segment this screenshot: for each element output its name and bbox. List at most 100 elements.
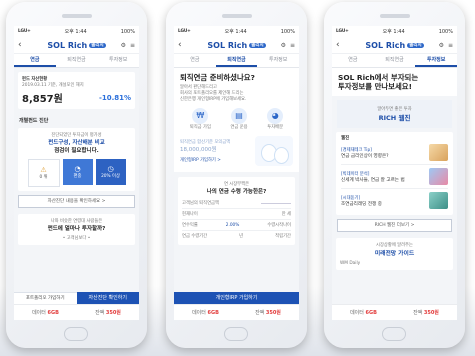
time-text: 오후 1:44 bbox=[382, 29, 405, 35]
tab-retirement[interactable]: 퇴직연금 bbox=[374, 54, 416, 67]
percent-icon: ◷ bbox=[107, 165, 114, 173]
option-rank[interactable]: ⚠ 0 위 bbox=[27, 159, 60, 187]
bottom-bar: 데이터 6GB 잔액 350원 bbox=[332, 304, 457, 320]
phone-speaker bbox=[380, 14, 410, 18]
tab-pension[interactable]: 연금 bbox=[14, 54, 56, 67]
diagnosis-card: 진단되었던 투자금이 평가성 펀드구성, 자산배분 비교 점검이 필요합니다. … bbox=[18, 128, 135, 191]
asset-rate: -10.81% bbox=[98, 93, 131, 102]
carrier-text: LGU+ bbox=[336, 29, 349, 34]
calc-field-rate[interactable]: 연수익률 2.00% 수령시작나이 bbox=[182, 220, 291, 231]
desc-3: 신한은행 개인형IRP에 가입해보세요. bbox=[180, 97, 247, 102]
time-text: 오후 1:44 bbox=[224, 29, 247, 35]
tab-pension[interactable]: 연금 bbox=[332, 54, 374, 67]
option-concentration[interactable]: ◔ 편중 bbox=[62, 159, 93, 185]
bottom-bar: 데이터 6GB 잔액 350원 bbox=[174, 304, 299, 320]
data-usage: 데이터 6GB bbox=[350, 310, 377, 316]
bottom-bar: 데이터 6GB 잔액 350원 bbox=[14, 304, 139, 320]
balance: 잔액 350원 bbox=[255, 310, 281, 316]
screen-fund: LGU+ 오후 1:44 100% ‹ SOL Rich 쏠리치 ⚙ ≡ 연금 퇴직… bbox=[14, 26, 139, 320]
calc-field-period[interactable]: 연금 수령기간 년 적립기간 bbox=[182, 231, 291, 241]
age-question-card: 나와 비슷한 연령대 사람들은 펀드에 얼마나 투자할까? • 고객님보다 • bbox=[18, 214, 135, 245]
balance: 잔액 350원 bbox=[413, 310, 439, 316]
phone-speaker bbox=[62, 14, 92, 18]
carrier-text: LGU+ bbox=[18, 29, 31, 34]
compare-link[interactable]: 자산진단 내용을 확인하세요 > bbox=[18, 195, 135, 208]
time-text: 오후 1:44 bbox=[64, 29, 87, 35]
webzine-list: 웹진 [경제재테크 Tip] 연금 금리인상이 영향은? [빅데이터 분석] 신세계… bbox=[336, 132, 453, 215]
guide-item[interactable]: WM Daily bbox=[340, 261, 449, 266]
pie-icon: ◕ bbox=[267, 108, 284, 124]
webzine-box: 알아두면 좋은 투자 RICH 웹진 bbox=[337, 100, 452, 128]
screen-invest: LGU+ 오후 1:44 100% ‹ SOL Rich 쏠리치 ⚙ ≡ 연금 퇴직… bbox=[332, 26, 457, 320]
webzine-more-button[interactable]: RICH 웹진 더보기 > bbox=[337, 219, 452, 232]
headline-2: 투자정보를 만나보세요! bbox=[338, 82, 412, 91]
account-sub: 2019.03.11 기준, 개설포인 해지 bbox=[22, 83, 84, 88]
tab-retirement[interactable]: 퇴직연금 bbox=[56, 54, 98, 67]
irp-link[interactable]: 개인형IRP 가입하기 > bbox=[180, 157, 230, 163]
app-bar: ‹ SOL Rich 쏠리치 ⚙ ≡ bbox=[174, 37, 299, 54]
app-bar: ‹ SOL Rich 쏠리치 ⚙ ≡ bbox=[332, 37, 457, 54]
wallet-icon: ₩ bbox=[192, 108, 209, 124]
list-item[interactable]: [시대돋기] 조연금리래딩 전쟁 중 bbox=[341, 189, 448, 212]
article-thumbnail bbox=[429, 144, 448, 161]
asset-amount: 8,857원 bbox=[22, 94, 63, 105]
tab-bar: 연금 퇴직연금 투자정보 bbox=[332, 54, 457, 68]
asset-summary-card: 펀드 자산현황 2019.03.11 기준, 개설포인 해지 8,857원 -1… bbox=[18, 72, 135, 109]
app-logo: SOL Rich 쏠리치 bbox=[365, 40, 424, 50]
diag-text-2: 점검이 필요합니다. bbox=[54, 148, 99, 154]
chart-icon: ◔ bbox=[74, 165, 81, 173]
battery-text: 100% bbox=[438, 28, 453, 35]
balance: 잔액 350원 bbox=[95, 310, 121, 316]
tab-bar: 연금 퇴직연금 투자정보 bbox=[14, 54, 139, 68]
pager-dots: • 고객님보다 • bbox=[62, 236, 91, 241]
step-allocate: ◕ 투자배분 bbox=[267, 108, 284, 130]
battery-text: 100% bbox=[120, 28, 135, 35]
question-line-2: 펀드에 얼마나 투자할까? bbox=[47, 226, 106, 232]
article-thumbnail bbox=[429, 192, 448, 209]
target-value: 18,000,000원 bbox=[180, 147, 217, 153]
guide-box: 시장상황에 알려주는 미래전망 가이드 WM Daily bbox=[336, 238, 453, 270]
calc-field-age[interactable]: 현재나이 만 세 bbox=[182, 209, 291, 220]
step-operate: ▤ 연금 운용 bbox=[230, 108, 248, 130]
option-over20[interactable]: ◷ 20% 이상 bbox=[95, 159, 126, 185]
status-bar: LGU+ 오후 1:44 100% bbox=[14, 26, 139, 37]
list-item[interactable]: [경제재테크 Tip] 연금 금리인상이 영향은? bbox=[341, 141, 448, 165]
battery-text: 100% bbox=[280, 28, 295, 35]
step-join: ₩ 퇴직금 가입 bbox=[190, 108, 211, 130]
phone-mockup-invest: LGU+ 오후 1:44 100% ‹ SOL Rich 쏠리치 ⚙ ≡ 연금 퇴직… bbox=[324, 2, 465, 348]
data-usage: 데이터 6GB bbox=[192, 310, 219, 316]
mascot-illustration bbox=[255, 136, 293, 166]
tab-retirement[interactable]: 퇴직연금 bbox=[215, 54, 258, 67]
list-item[interactable]: [빅데이터 분석] 신세계 박사들, 연금 잘 고르는 법 bbox=[341, 165, 448, 189]
status-bar: LGU+ 오후 1:44 100% bbox=[332, 26, 457, 37]
tab-invest-info[interactable]: 투자정보 bbox=[97, 54, 139, 67]
pension-calculator: 연 시장부쩍은 나의 연금 수령 가능한은? 고객님의 퇴직연금액 현재나이 만 … bbox=[178, 177, 295, 245]
tab-invest-info[interactable]: 투자정보 bbox=[257, 54, 299, 67]
headline-1: SOL Rich에서 부자되는 bbox=[338, 73, 419, 82]
app-logo: SOL Rich 쏠리치 bbox=[47, 40, 106, 50]
chart-icon: ▤ bbox=[231, 108, 248, 124]
tab-bar: 연금 퇴직연금 투자정보 bbox=[174, 54, 299, 68]
home-button bbox=[382, 327, 406, 341]
phone-speaker bbox=[222, 14, 252, 18]
home-button bbox=[64, 327, 88, 341]
calc-question-2: 나의 연금 수령 가능한은? bbox=[206, 189, 267, 195]
section-title: 개별펀드 진단 bbox=[19, 118, 49, 124]
retirement-intro: 퇴직연금 준비하셨나요? 알아서 판단해드리고 회사의 포트폴리오를 제안해 드… bbox=[174, 68, 299, 172]
guide-title: 미래전망 가이드 bbox=[374, 251, 415, 257]
page-title: 퇴직연금 준비하셨나요? bbox=[180, 73, 255, 82]
diag-highlight: 펀드구성, 자산배분 비교 bbox=[48, 140, 105, 146]
phone-mockup-fund: LGU+ 오후 1:44 100% ‹ SOL Rich 쏠리치 ⚙ ≡ 연금 퇴직… bbox=[6, 2, 147, 348]
invest-intro: SOL Rich에서 부자되는 투자정보를 만나보세요! bbox=[332, 68, 457, 96]
status-bar: LGU+ 오후 1:44 100% bbox=[174, 26, 299, 37]
carrier-text: LGU+ bbox=[178, 29, 191, 34]
phone-mockup-retirement: LGU+ 오후 1:44 100% ‹ SOL Rich 쏠리치 ⚙ ≡ 연금 퇴직… bbox=[166, 2, 307, 348]
data-usage: 데이터 6GB bbox=[32, 310, 59, 316]
tab-invest-info[interactable]: 투자정보 bbox=[415, 54, 457, 67]
calc-field[interactable]: 고객님의 퇴직연금액 bbox=[182, 198, 291, 209]
screen-retirement: LGU+ 오후 1:44 100% ‹ SOL Rich 쏠리치 ⚙ ≡ 연금 퇴직… bbox=[174, 26, 299, 320]
tab-pension[interactable]: 연금 bbox=[174, 54, 216, 67]
home-button bbox=[224, 327, 248, 341]
box-title: RICH 웹진 bbox=[378, 114, 411, 122]
warning-icon: ⚠ bbox=[40, 166, 47, 174]
